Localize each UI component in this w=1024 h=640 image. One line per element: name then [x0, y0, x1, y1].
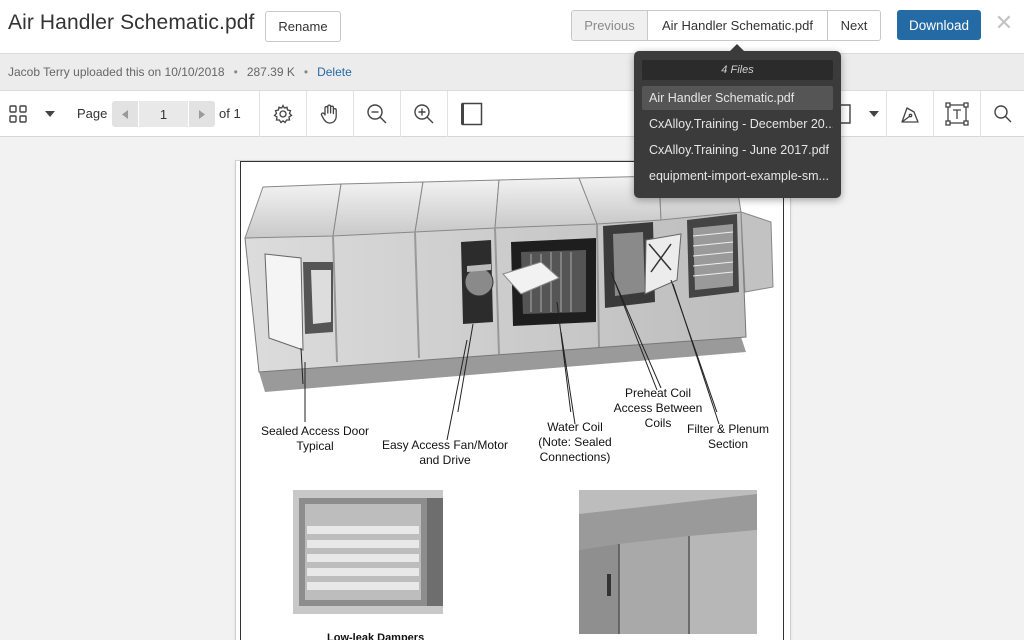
previous-button[interactable]: Previous [572, 11, 648, 40]
file-list-dropdown: 4 Files Air Handler Schematic.pdf CxAllo… [634, 44, 841, 198]
delete-link[interactable]: Delete [317, 65, 352, 79]
file-list-item[interactable]: Air Handler Schematic.pdf [642, 86, 833, 110]
callout-text: Filter & Plenum Section [686, 422, 770, 451]
text-box-icon[interactable] [934, 91, 980, 137]
dropdown-arrow [729, 44, 745, 52]
damper-photo [293, 490, 443, 614]
search-icon[interactable] [981, 91, 1024, 137]
callout-text: Water Coil (Note: Sealed Connections) [538, 420, 612, 464]
document-viewport[interactable]: Sealed Access Door Typical Easy Access F… [0, 137, 1024, 640]
file-info-bar: Jacob Terry uploaded this on 10/10/2018 … [0, 54, 1024, 91]
callout-fan-motor: Easy Access Fan/Motor and Drive [375, 438, 515, 468]
page-number-input[interactable]: 1 [139, 101, 188, 127]
file-size: 287.39 K [246, 65, 295, 79]
hand-pan-icon[interactable] [307, 91, 353, 137]
page-frame-icon[interactable] [448, 91, 496, 137]
header-bar: Air Handler Schematic.pdf Rename Previou… [0, 0, 1024, 54]
callout-filter-plenum: Filter & Plenum Section [679, 422, 777, 452]
separator: • [233, 65, 238, 79]
callout-text: Easy Access Fan/Motor and Drive [381, 438, 509, 467]
page-next-button[interactable] [189, 101, 215, 127]
next-button[interactable]: Next [828, 11, 880, 40]
air-handler-illustration [244, 173, 774, 412]
download-button[interactable]: Download [897, 10, 981, 40]
signature-icon[interactable] [887, 91, 933, 137]
rename-button[interactable]: Rename [265, 11, 341, 42]
document-title: Air Handler Schematic.pdf [8, 11, 255, 34]
panel-photo [579, 490, 757, 634]
page-label: Page [77, 106, 108, 121]
zoom-in-icon[interactable] [401, 91, 447, 137]
photo-caption: Low-leak Dampers [327, 632, 425, 640]
viewer-toolbar: Page 1 of 1 [0, 91, 1024, 137]
page-content: Sealed Access Door Typical Easy Access F… [240, 161, 784, 640]
file-list-item[interactable]: CxAlloy.Training - December 20... [642, 112, 833, 136]
grid-icon[interactable] [4, 91, 32, 137]
pdf-page: Sealed Access Door Typical Easy Access F… [236, 161, 790, 640]
chevron-down-icon[interactable] [40, 91, 60, 137]
uploader-text: Jacob Terry uploaded this on 10/10/2018 [8, 65, 225, 79]
separator: • [303, 65, 309, 79]
page-count-label: of 1 [219, 106, 241, 121]
gear-icon[interactable] [260, 91, 306, 137]
close-icon[interactable]: ✕ [993, 12, 1015, 34]
file-navigation: Previous Air Handler Schematic.pdf Next [571, 10, 881, 41]
callout-sealed-door: Sealed Access Door Typical [251, 424, 379, 454]
callout-text: Sealed Access Door Typical [260, 424, 370, 453]
current-file-button[interactable]: Air Handler Schematic.pdf [648, 11, 828, 40]
zoom-out-icon[interactable] [354, 91, 400, 137]
page-prev-button[interactable] [112, 101, 138, 127]
file-list-item[interactable]: CxAlloy.Training - June 2017.pdf [642, 138, 833, 162]
file-list-item[interactable]: equipment-import-example-sm... [642, 164, 833, 188]
chevron-down-icon[interactable] [864, 91, 884, 137]
file-count-heading: 4 Files [642, 60, 833, 80]
